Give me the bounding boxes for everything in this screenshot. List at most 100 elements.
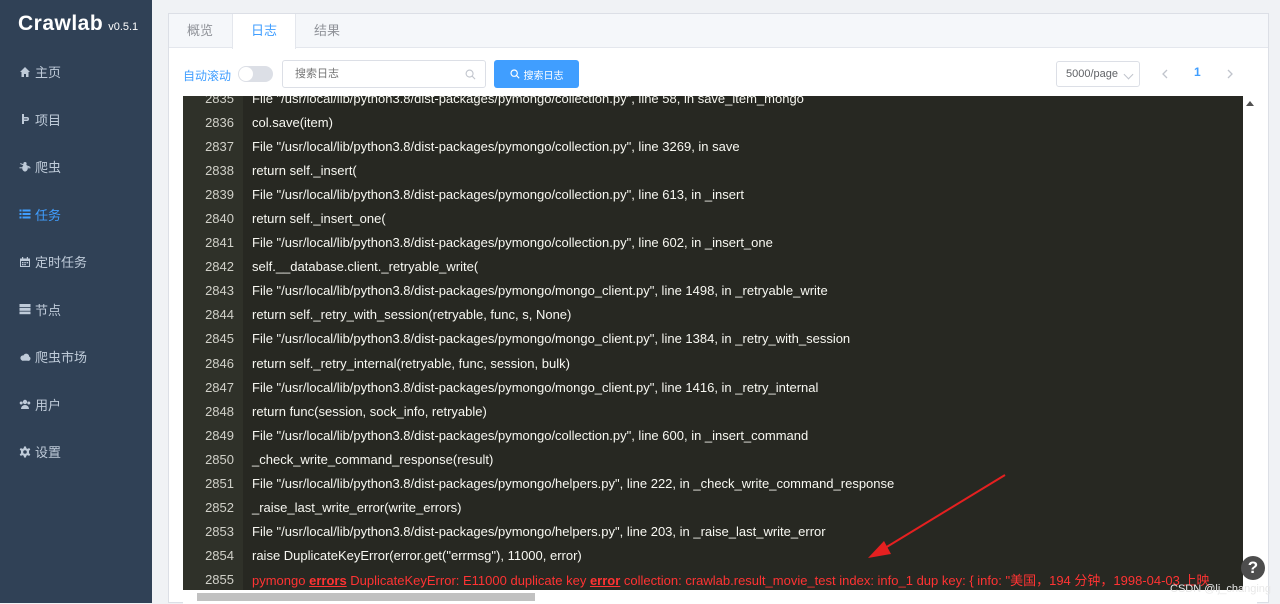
page-size-value: 5000/page	[1066, 68, 1118, 80]
sidebar-item-nodes[interactable]: 节点	[0, 286, 152, 334]
log-line-text: return self._retry_with_session(retryabl…	[252, 307, 572, 323]
error-keyword: errors	[309, 573, 347, 589]
calendar-icon	[19, 256, 31, 268]
help-button[interactable]: ?	[1241, 556, 1265, 580]
line-number: 2850	[205, 451, 234, 467]
cloud-icon	[19, 351, 31, 363]
log-line: 2839 File "/usr/local/lib/python3.8/dist-…	[183, 182, 1243, 206]
log-line: 2845 File "/usr/local/lib/python3.8/dist-…	[183, 327, 1243, 351]
log-lines: 2835 File "/usr/local/lib/python3.8/dist-…	[183, 96, 1243, 592]
log-line-text: File "/usr/local/lib/python3.8/dist-pack…	[252, 138, 740, 154]
tab-bar: 概览 日志 结果	[169, 14, 1268, 49]
log-line: 2847 File "/usr/local/lib/python3.8/dist-…	[183, 375, 1243, 399]
log-line: 2844 return self._retry_with_session(retr…	[183, 303, 1243, 327]
log-line: 2837 File "/usr/local/lib/python3.8/dist-…	[183, 134, 1243, 158]
gear-icon	[19, 446, 31, 458]
log-line-text: return self._retry_internal(retryable, f…	[252, 355, 570, 371]
sidebar: Crawlab v0.5.1 主页 项目 爬虫 任务 定时任务 节点 爬虫市场 …	[0, 0, 152, 603]
horizontal-scroll-thumb[interactable]	[197, 593, 535, 601]
search-button-label: 搜索日志	[523, 70, 564, 82]
line-number: 2851	[205, 476, 234, 492]
log-search-input[interactable]	[282, 60, 486, 88]
toggle-knob	[239, 67, 253, 81]
log-line: 2853 File "/usr/local/lib/python3.8/dist-…	[183, 520, 1243, 544]
project-icon	[19, 113, 31, 125]
log-line: 2838 return self._insert(	[183, 158, 1243, 182]
chevron-right-icon[interactable]	[1224, 68, 1236, 80]
sidebar-item-users[interactable]: 用户	[0, 381, 152, 429]
scroll-up-icon[interactable]	[1246, 101, 1254, 106]
log-line-text: File "/usr/local/lib/python3.8/dist-pack…	[252, 379, 819, 395]
chevron-down-icon	[1123, 69, 1134, 80]
search-icon	[509, 69, 520, 79]
line-number: 2854	[205, 548, 234, 564]
line-number: 2849	[205, 427, 234, 443]
log-line-text: File "/usr/local/lib/python3.8/dist-pack…	[252, 186, 744, 202]
task-detail-panel: 概览 日志 结果 自动滚动 搜索日志 5000/page 1 2835 File …	[168, 13, 1269, 604]
log-line-text: return self._insert(	[252, 162, 357, 178]
line-number: 2844	[205, 307, 234, 323]
log-line-text: File "/usr/local/lib/python3.8/dist-pack…	[252, 235, 773, 251]
log-line: 2842 self.__database.client._retryable_wr…	[183, 255, 1243, 279]
line-number: 2846	[205, 355, 234, 371]
log-line: 2852 _raise_last_write_error(write_errors…	[183, 496, 1243, 520]
sidebar-item-tasks[interactable]: 任务	[0, 191, 152, 239]
line-number: 2852	[205, 500, 234, 516]
log-line-text: self.__database.client._retryable_write(	[252, 259, 479, 275]
line-number: 2837	[205, 138, 234, 154]
logo[interactable]: Crawlab v0.5.1	[0, 0, 152, 48]
log-line: 2835 File "/usr/local/lib/python3.8/dist-…	[183, 96, 1243, 110]
app-version: v0.5.1	[108, 21, 139, 33]
sidebar-item-label: 节点	[35, 302, 62, 318]
log-line-error: 2855 pymongo errors DuplicateKeyError: E…	[183, 568, 1243, 592]
log-line: 2850 _check_write_command_response(result…	[183, 447, 1243, 471]
line-number: 2836	[205, 114, 234, 130]
sidebar-item-label: 爬虫市场	[35, 350, 88, 366]
log-line: 2836 col.save(item)	[183, 110, 1243, 134]
tab-results[interactable]: 结果	[296, 14, 359, 47]
log-line-text: File "/usr/local/lib/python3.8/dist-pack…	[252, 96, 804, 106]
users-icon	[19, 398, 31, 410]
error-text-part: pymongo	[252, 573, 310, 589]
server-icon	[19, 303, 31, 315]
search-log-button[interactable]: 搜索日志	[494, 60, 579, 88]
auto-scroll-toggle[interactable]	[238, 66, 273, 82]
horizontal-scrollbar[interactable]	[183, 590, 1257, 604]
log-line: 2843 File "/usr/local/lib/python3.8/dist-…	[183, 279, 1243, 303]
log-line-text: col.save(item)	[252, 114, 333, 130]
error-text-part: collection: crawlab.result_movie_test in…	[620, 573, 1210, 589]
log-line: 2849 File "/usr/local/lib/python3.8/dist-…	[183, 423, 1243, 447]
log-viewer[interactable]: 2835 File "/usr/local/lib/python3.8/dist-…	[183, 96, 1257, 604]
sidebar-item-project[interactable]: 项目	[0, 96, 152, 144]
sidebar-item-label: 任务	[35, 207, 62, 223]
chevron-left-icon[interactable]	[1159, 68, 1171, 80]
sidebar-item-home[interactable]: 主页	[0, 48, 152, 96]
line-number: 2845	[205, 331, 234, 347]
log-error-text: pymongo errors DuplicateKeyError: E11000…	[243, 570, 1210, 589]
page-number-current[interactable]: 1	[1194, 65, 1201, 79]
sidebar-item-label: 定时任务	[35, 255, 88, 271]
log-line: 2851 File "/usr/local/lib/python3.8/dist-…	[183, 472, 1243, 496]
bug-icon	[19, 161, 31, 173]
log-line-text: File "/usr/local/lib/python3.8/dist-pack…	[252, 331, 851, 347]
sidebar-item-settings[interactable]: 设置	[0, 428, 152, 476]
line-number: 2848	[205, 403, 234, 419]
line-number: 2847	[205, 379, 234, 395]
sidebar-item-market[interactable]: 爬虫市场	[0, 333, 152, 381]
tab-overview[interactable]: 概览	[169, 14, 232, 47]
sidebar-item-spider[interactable]: 爬虫	[0, 143, 152, 191]
error-text-part: DuplicateKeyError: E11000 duplicate key	[346, 573, 590, 589]
line-number: 2855	[205, 572, 234, 588]
search-icon	[465, 69, 476, 80]
sidebar-item-schedules[interactable]: 定时任务	[0, 238, 152, 286]
log-line-text: return func(session, sock_info, retryabl…	[252, 403, 487, 419]
line-number: 2841	[205, 235, 234, 251]
watermark: CSDN @lj_changing	[1170, 583, 1272, 595]
line-number: 2842	[205, 259, 234, 275]
vertical-scrollbar[interactable]	[1243, 96, 1257, 590]
log-line-text: File "/usr/local/lib/python3.8/dist-pack…	[252, 476, 895, 492]
tab-log[interactable]: 日志	[232, 14, 297, 49]
line-number: 2835	[205, 96, 234, 106]
page-size-select[interactable]: 5000/page	[1056, 61, 1140, 87]
app-name: Crawlab	[18, 12, 104, 35]
